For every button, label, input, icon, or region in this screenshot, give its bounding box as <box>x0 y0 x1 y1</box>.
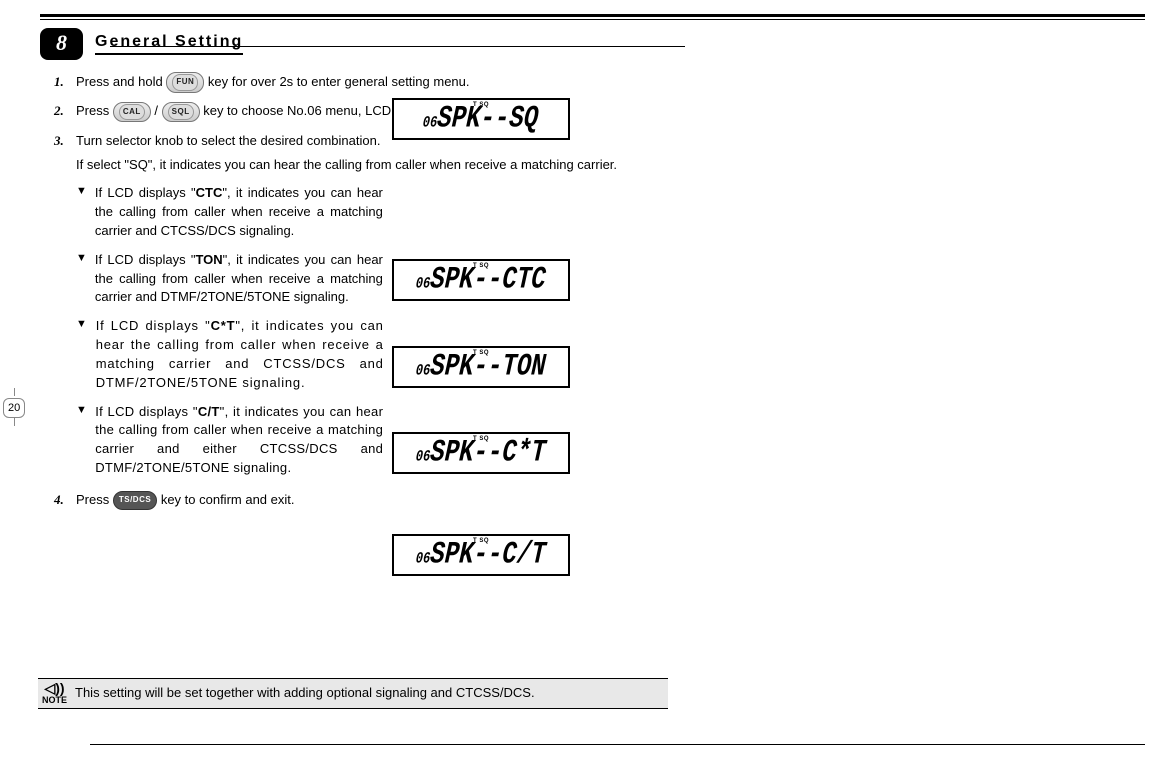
step-text: Press TS/DCS key to confirm and exit. <box>76 488 674 511</box>
text: key to confirm and exit. <box>161 492 295 507</box>
bullet-text: If LCD displays "TON", it indicates you … <box>95 251 383 308</box>
bullet-text: If LCD displays "CTC", it indicates you … <box>95 184 383 241</box>
lcd-display: T SQ 06SPK--TON <box>392 346 570 388</box>
bold-text: CTC <box>196 185 223 200</box>
note-box: ◁)) NOTE This setting will be set togeth… <box>38 678 668 709</box>
note-label: NOTE <box>42 696 67 706</box>
text: Press <box>76 103 113 118</box>
step-4: 4. Press TS/DCS key to confirm and exit. <box>54 488 674 511</box>
text: If LCD displays " <box>95 185 196 200</box>
list-item: ▼ If LCD displays "CTC", it indicates yo… <box>76 184 674 241</box>
lcd-text: 06SPK--SQ <box>422 101 540 136</box>
cal-key-icon: CAL <box>113 102 151 122</box>
sql-key-icon: SQL <box>162 102 200 122</box>
bold-text: C*T <box>211 318 236 333</box>
bullet-icon: ▼ <box>76 184 87 241</box>
step-text: Press and hold FUN key for over 2s to en… <box>76 70 674 93</box>
bullet-icon: ▼ <box>76 317 88 392</box>
text: Press and hold <box>76 74 166 89</box>
text: If select "SQ", it indicates you can hea… <box>76 152 674 178</box>
bullet-text: If LCD displays "C*T", it indicates you … <box>96 317 384 392</box>
step-number: 4. <box>54 488 74 511</box>
step-number: 3. <box>54 129 74 178</box>
tsdcs-key-icon: TS/DCS <box>113 491 157 509</box>
bottom-rule <box>90 744 1145 745</box>
text: If LCD displays " <box>95 252 196 267</box>
note-icon: ◁)) NOTE <box>42 681 67 706</box>
key-label: CAL <box>119 104 145 120</box>
step-number: 1. <box>54 70 74 93</box>
lcd-value: SPK--C*T <box>429 435 547 470</box>
text: If LCD displays " <box>96 318 211 333</box>
list-item: ▼ If LCD displays "TON", it indicates yo… <box>76 251 674 308</box>
lcd-value: SPK--TON <box>429 349 547 384</box>
lcd-text: 06SPK--C*T <box>415 435 547 470</box>
step-text: Press CAL / SQL key to choose No.06 menu… <box>76 99 674 122</box>
list-item: ▼ If LCD displays "C*T", it indicates yo… <box>76 317 674 392</box>
text: Turn selector knob to select the desired… <box>76 129 674 152</box>
lcd-text: 06SPK--TON <box>415 349 547 384</box>
text: key for over 2s to enter general setting… <box>208 74 470 89</box>
step-3: 3. Turn selector knob to select the desi… <box>54 129 674 178</box>
bullet-icon: ▼ <box>76 251 87 308</box>
content-body: 1. Press and hold FUN key for over 2s to… <box>54 70 674 517</box>
step-text: Turn selector knob to select the desired… <box>76 129 674 178</box>
page-tick <box>14 418 15 426</box>
section-number: 8 <box>40 28 83 60</box>
text: If LCD displays " <box>95 404 198 419</box>
page-number: 20 <box>3 398 25 418</box>
text: / <box>151 103 162 118</box>
key-label: SQL <box>168 104 194 120</box>
lcd-value: SPK--C/T <box>429 537 547 572</box>
page-tick <box>14 388 15 396</box>
note-text: This setting will be set together with a… <box>75 685 535 702</box>
list-item: ▼ If LCD displays "C/T", it indicates yo… <box>76 403 674 478</box>
title-underline <box>110 46 685 47</box>
key-label: FUN <box>172 74 198 90</box>
step-number: 2. <box>54 99 74 122</box>
bullet-list: ▼ If LCD displays "CTC", it indicates yo… <box>76 184 674 478</box>
bullet-text: If LCD displays "C/T", it indicates you … <box>95 403 383 478</box>
lcd-value: SPK--SQ <box>437 101 540 136</box>
bold-text: C/T <box>198 404 220 419</box>
section-title: General Setting <box>95 33 243 55</box>
bold-text: TON <box>195 252 222 267</box>
lcd-display: T SQ 06SPK--SQ <box>392 98 570 140</box>
lcd-value: SPK--CTC <box>429 262 547 297</box>
fun-key-icon: FUN <box>166 72 204 92</box>
top-rule <box>40 14 1145 20</box>
lcd-display: T SQ 06SPK--C*T <box>392 432 570 474</box>
step-1: 1. Press and hold FUN key for over 2s to… <box>54 70 674 93</box>
lcd-display: T SQ 06SPK--CTC <box>392 259 570 301</box>
step-2: 2. Press CAL / SQL key to choose No.06 m… <box>54 99 674 122</box>
lcd-display: T SQ 06SPK--C/T <box>392 534 570 576</box>
lcd-text: 06SPK--CTC <box>415 262 547 297</box>
section-header: 8 General Setting <box>40 28 243 60</box>
lcd-text: 06SPK--C/T <box>415 537 547 572</box>
text: Press <box>76 492 113 507</box>
bullet-icon: ▼ <box>76 403 87 478</box>
